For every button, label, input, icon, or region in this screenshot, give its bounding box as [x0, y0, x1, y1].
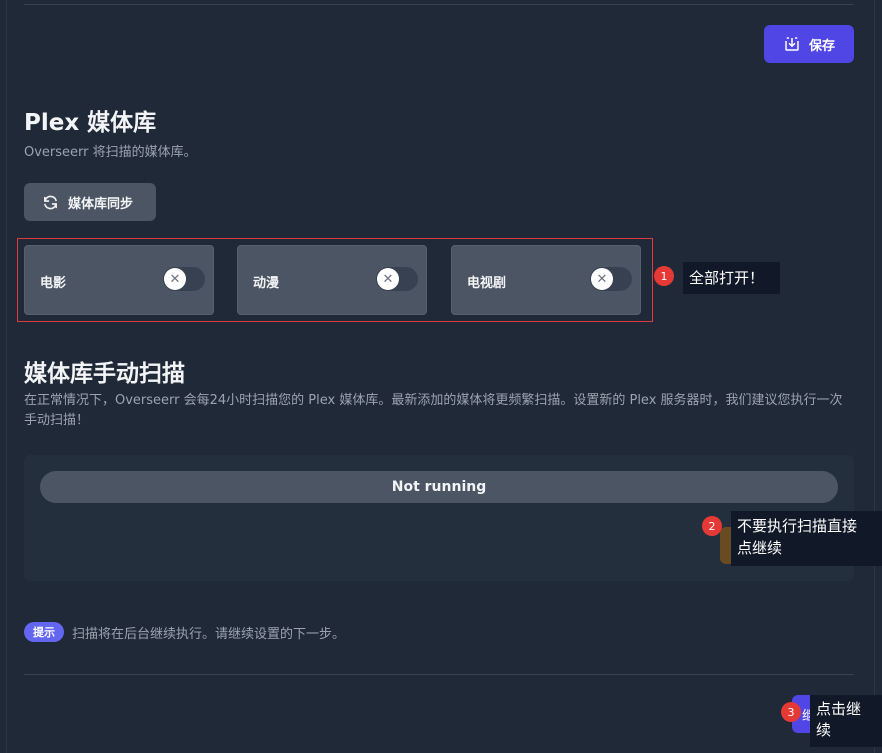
annotation-badge-2: 2: [702, 516, 722, 536]
annotation-tip-2-line2: 点继续: [737, 539, 783, 557]
refresh-icon: [44, 195, 57, 209]
sync-libraries-button[interactable]: 媒体库同步: [24, 183, 156, 221]
annotation-tip-3-line2: 续: [816, 721, 832, 739]
manual-scan-title: 媒体库手动扫描: [24, 361, 185, 387]
library-card-movies: 电影 ✕: [24, 245, 214, 315]
toggle-off-icon: ✕: [164, 268, 186, 290]
bottom-divider: [24, 674, 854, 675]
annotation-tip-1: 全部打开！: [683, 262, 780, 294]
frame-border-left: [6, 0, 7, 753]
toggle-off-icon: ✕: [591, 268, 613, 290]
save-button[interactable]: 保存: [764, 25, 854, 63]
download-icon: [785, 37, 799, 51]
library-card-anime: 动漫 ✕: [237, 245, 427, 315]
library-card-label: 动漫: [253, 276, 280, 291]
annotation-tip-3: 点击继 续: [810, 695, 882, 747]
sync-libraries-label: 媒体库同步: [68, 196, 134, 212]
annotation-tip-3-line1: 点击继: [816, 700, 862, 718]
scan-progress-bar: Not running: [40, 471, 838, 503]
scan-status-text: Not running: [391, 479, 487, 495]
annotation-tip-2: 不要执行扫描直接 点继续: [731, 511, 882, 566]
annotation-badge-1: 1: [654, 266, 674, 286]
manual-scan-description: 在正常情况下，Overseerr 会每24小时扫描您的 Plex 媒体库。最新添…: [24, 393, 843, 428]
save-button-label: 保存: [808, 38, 835, 54]
setup-page: 保存 Plex 媒体库 Overseerr 将扫描的媒体库。 媒体库同步 电影 …: [0, 0, 882, 753]
library-card-label: 电影: [40, 276, 67, 291]
annotation-tip-2-line1: 不要执行扫描直接: [737, 517, 858, 535]
hint-badge: 提示: [24, 622, 64, 642]
library-toggle-tv[interactable]: ✕: [590, 267, 632, 291]
annotation-badge-3: 3: [781, 702, 801, 722]
top-divider: [24, 4, 854, 5]
toggle-off-icon: ✕: [377, 268, 399, 290]
library-card-tv: 电视剧 ✕: [451, 245, 641, 315]
library-section-subtitle: Overseerr 将扫描的媒体库。: [24, 145, 197, 160]
library-toggle-anime[interactable]: ✕: [376, 267, 418, 291]
library-card-label: 电视剧: [467, 276, 507, 291]
library-toggle-movies[interactable]: ✕: [163, 267, 205, 291]
hint-text: 扫描将在后台继续执行。请继续设置的下一步。: [72, 627, 346, 642]
frame-border-right: [874, 0, 875, 753]
library-section-title: Plex 媒体库: [24, 110, 157, 136]
